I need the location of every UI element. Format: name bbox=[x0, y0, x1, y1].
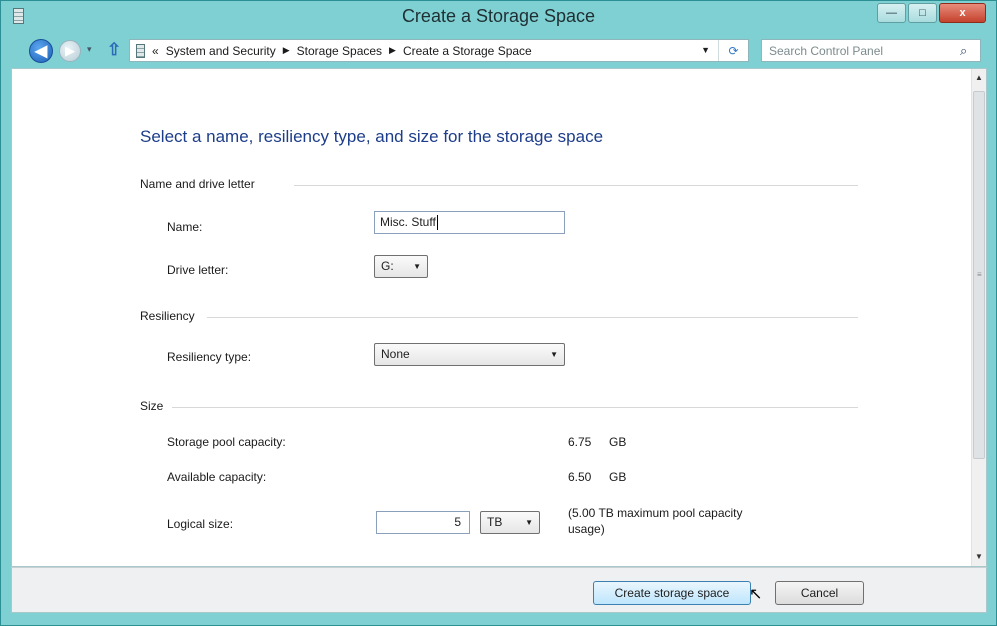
breadcrumb-overflow[interactable]: « bbox=[152, 44, 159, 58]
control-panel-icon bbox=[136, 43, 145, 58]
chevron-down-icon: ▼ bbox=[550, 350, 558, 359]
resiliency-group-title: Resiliency bbox=[140, 309, 195, 323]
breadcrumb-storage-spaces[interactable]: Storage Spaces bbox=[297, 44, 382, 58]
name-input[interactable]: Misc. Stuff bbox=[374, 211, 565, 234]
breadcrumb-separator-icon[interactable]: ▶ bbox=[283, 45, 290, 56]
breadcrumb-create-storage-space[interactable]: Create a Storage Space bbox=[403, 44, 532, 58]
control-panel-icon bbox=[13, 8, 24, 24]
chevron-down-icon: ▼ bbox=[525, 518, 533, 527]
title-bar[interactable]: Create a Storage Space — □ x bbox=[1, 1, 996, 31]
forward-button[interactable]: ▶ bbox=[59, 40, 81, 62]
refresh-button[interactable]: ⟳ bbox=[718, 40, 748, 61]
drive-letter-value: G: bbox=[381, 259, 394, 273]
divider bbox=[207, 317, 858, 318]
available-capacity-label: Available capacity: bbox=[167, 470, 267, 484]
vertical-scrollbar[interactable]: ▲ ≡ ▼ bbox=[971, 69, 986, 566]
breadcrumb-separator-icon[interactable]: ▶ bbox=[389, 45, 396, 56]
window-title: Create a Storage Space bbox=[401, 5, 596, 26]
up-button[interactable]: ⇧ bbox=[107, 40, 121, 60]
pool-capacity-label: Storage pool capacity: bbox=[167, 435, 286, 449]
breadcrumb: « System and Security ▶ Storage Spaces ▶… bbox=[152, 44, 532, 58]
available-capacity-value: 6.50 bbox=[568, 470, 592, 484]
navigation-bar: ◀ ▶ ▾ ⇧ « System and Security ▶ Storage … bbox=[1, 33, 996, 67]
divider bbox=[294, 185, 858, 186]
page-title: Select a name, resiliency type, and size… bbox=[140, 127, 604, 146]
content-pane: Select a name, resiliency type, and size… bbox=[11, 68, 987, 567]
address-bar[interactable]: « System and Security ▶ Storage Spaces ▶… bbox=[129, 39, 749, 62]
scroll-down-arrow-icon[interactable]: ▼ bbox=[972, 548, 986, 566]
size-group-title: Size bbox=[140, 399, 164, 413]
resiliency-type-select[interactable]: None ▼ bbox=[374, 343, 565, 366]
address-dropdown-icon[interactable]: ▼ bbox=[701, 45, 710, 55]
logical-size-note-cont: usage) bbox=[568, 522, 605, 536]
logical-size-label: Logical size: bbox=[167, 517, 234, 531]
logical-size-input[interactable]: 5 bbox=[376, 511, 470, 534]
name-group-title: Name and drive letter bbox=[140, 177, 255, 191]
text-caret bbox=[436, 215, 438, 231]
search-icon[interactable]: ⌕ bbox=[960, 43, 980, 59]
recent-pages-dropdown[interactable]: ▾ bbox=[87, 44, 92, 55]
search-box[interactable]: Search Control Panel ⌕ bbox=[761, 39, 981, 62]
name-label: Name: bbox=[167, 220, 203, 234]
breadcrumb-system-and-security[interactable]: System and Security bbox=[166, 44, 276, 58]
mouse-cursor-icon: ↖ bbox=[749, 586, 763, 603]
pool-capacity-value: 6.75 bbox=[568, 435, 592, 449]
logical-size-unit-select[interactable]: TB ▼ bbox=[480, 511, 540, 534]
grip-icon: ≡ bbox=[977, 270, 982, 279]
drive-letter-select[interactable]: G: ▼ bbox=[374, 255, 428, 278]
footer-bar: Create storage space Cancel bbox=[11, 567, 987, 613]
close-button[interactable]: x bbox=[939, 3, 986, 23]
chevron-down-icon: ▼ bbox=[413, 262, 421, 271]
search-input[interactable]: Search Control Panel bbox=[762, 44, 960, 58]
logical-size-note: (5.00 TB maximum pool capacity bbox=[568, 506, 743, 520]
window: Create a Storage Space — □ x ◀ ▶ ▾ ⇧ « S… bbox=[0, 0, 997, 626]
maximize-button[interactable]: □ bbox=[908, 3, 937, 23]
logical-size-unit-value: TB bbox=[487, 515, 503, 529]
scrollbar-thumb[interactable]: ≡ bbox=[973, 91, 985, 459]
drive-letter-label: Drive letter: bbox=[167, 263, 229, 277]
available-capacity-unit: GB bbox=[609, 470, 627, 484]
resiliency-type-value: None bbox=[381, 347, 410, 361]
resiliency-type-label: Resiliency type: bbox=[167, 350, 252, 364]
minimize-button[interactable]: — bbox=[877, 3, 906, 23]
name-value: Misc. Stuff bbox=[380, 215, 436, 229]
create-storage-space-button[interactable]: Create storage space bbox=[593, 581, 751, 605]
divider bbox=[172, 407, 858, 408]
cancel-button[interactable]: Cancel bbox=[775, 581, 864, 605]
back-button[interactable]: ◀ bbox=[29, 39, 53, 63]
scroll-up-arrow-icon[interactable]: ▲ bbox=[972, 69, 986, 87]
window-controls: — □ x bbox=[877, 3, 986, 23]
pool-capacity-unit: GB bbox=[609, 435, 627, 449]
